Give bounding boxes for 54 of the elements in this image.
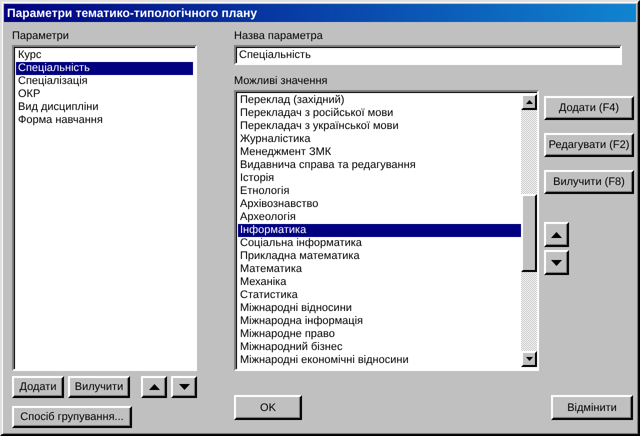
list-item[interactable]: Статистика [238,289,521,302]
up-triangle-icon [526,100,532,104]
window-title: Параметри тематико-типологічного плану [7,6,258,20]
list-item[interactable]: Міжнародні економічні відносини [238,354,521,367]
scroll-thumb[interactable] [521,194,537,272]
down-triangle-icon [178,384,190,390]
list-item[interactable]: Перекладач з української мови [238,120,521,133]
move-down-button[interactable] [544,250,569,275]
list-item[interactable]: Менеджмент ЗМК [238,146,521,159]
list-item[interactable]: Переклад (західний) [238,94,521,107]
button[interactable]: Додати [12,376,64,398]
scroll-down-button[interactable] [521,351,537,367]
cancel-button[interactable]: Відмінити [551,395,633,420]
list-item[interactable]: ОКР [16,88,193,101]
button[interactable]: Додати (F4) [544,96,634,120]
grouping-button[interactable]: Спосіб групування... [12,406,132,428]
list-item[interactable]: Вид дисципліни [16,101,193,114]
list-item[interactable]: Історія [238,172,521,185]
list-item[interactable]: Математика [238,263,521,276]
scroll-up-button[interactable] [521,94,537,110]
list-item[interactable]: Форма навчання [16,114,193,127]
list-item[interactable]: Архівознавство [238,198,521,211]
list-item[interactable]: Прикладна математика [238,250,521,263]
list-item[interactable]: Інформатика [238,224,521,237]
down-triangle-icon [551,260,562,266]
list-item[interactable]: Міжнародні відносини [238,302,521,315]
list-item[interactable]: Соціальна інформатика [238,237,521,250]
label: Можливі значення [234,75,328,89]
button[interactable]: Вилучити (F8) [544,170,634,194]
move-up-button[interactable] [141,376,167,398]
down-triangle-icon [526,357,532,361]
list-item[interactable]: Археологія [238,211,521,224]
list-item[interactable]: Етнологія [238,185,521,198]
parameter-name-field[interactable]: Спеціальність [234,45,622,65]
button[interactable]: Вилучити [68,376,130,398]
list-item[interactable]: Спеціалізація [16,75,193,88]
list-item[interactable]: Міжнародний бізнес [238,341,521,354]
label: Назва параметра [234,30,323,44]
scroll-bar[interactable] [521,94,537,367]
list-item[interactable]: Міжнародне право [238,328,521,341]
ok-button[interactable]: OK [234,395,302,420]
button[interactable]: Редагувати (F2) [544,133,634,157]
up-triangle-icon [148,384,160,390]
list-item[interactable]: Механіка [238,276,521,289]
list-item[interactable]: Курс [16,49,193,62]
list-item[interactable]: Перекладач з російської мови [238,107,521,120]
up-triangle-icon [551,232,562,238]
list-item[interactable]: Видавнича справа та редагування [238,159,521,172]
list-item[interactable]: Спеціальність [16,62,193,75]
list-item[interactable]: Міжнародна інформація [238,315,521,328]
move-down-button[interactable] [171,376,197,398]
label: Параметри [12,30,69,44]
list-item[interactable]: Журналістика [238,133,521,146]
move-up-button[interactable] [544,222,569,247]
